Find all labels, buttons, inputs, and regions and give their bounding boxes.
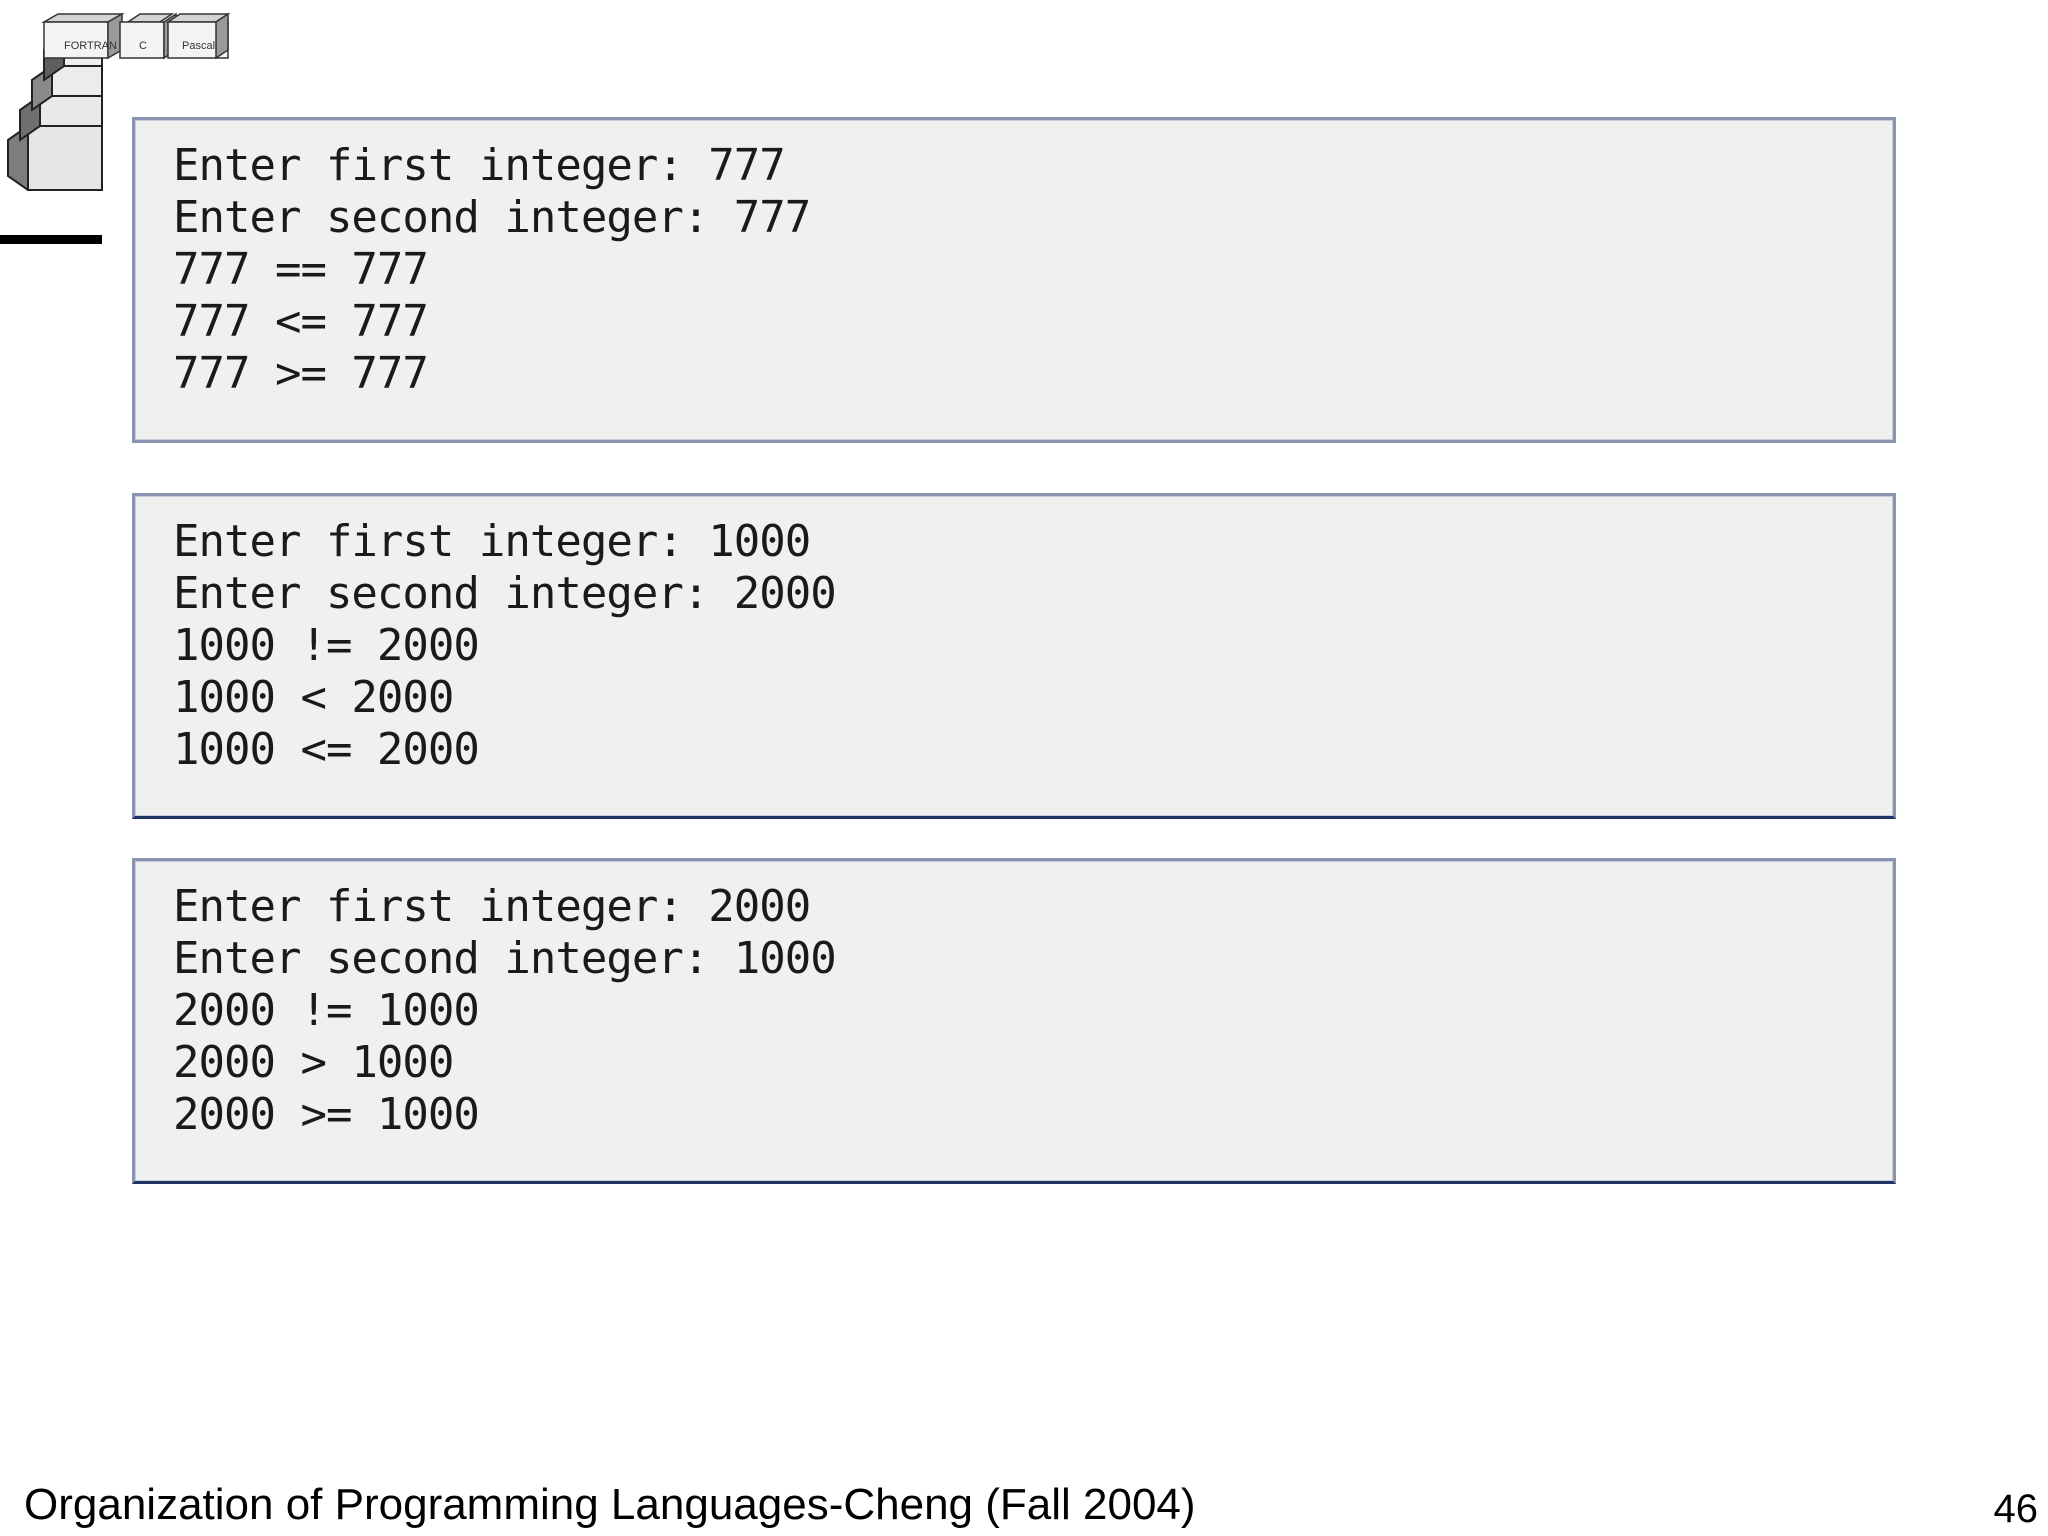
console-line: 2000 != 1000	[173, 985, 480, 1036]
console-line: Enter second integer: 777	[173, 192, 811, 243]
console-output-panel-2: Enter first integer: 1000 Enter second i…	[132, 493, 1896, 819]
console-line: 777 <= 777	[173, 296, 429, 347]
console-line: Enter second integer: 1000	[173, 933, 837, 984]
logo-tab-pascal: Pascal	[182, 40, 216, 52]
logo-tab-c: C	[139, 40, 147, 52]
footer-course-title: Organization of Programming Languages-Ch…	[24, 1480, 1196, 1529]
console-line: Enter first integer: 777	[173, 140, 786, 191]
console-line: Enter first integer: 2000	[173, 881, 811, 932]
console-line: 1000 < 2000	[173, 672, 454, 723]
console-line: 1000 != 2000	[173, 620, 480, 671]
console-line: 2000 >= 1000	[173, 1089, 480, 1140]
page-number: 46	[1993, 1487, 2039, 1531]
console-line: Enter first integer: 1000	[173, 516, 811, 567]
console-output-panel-1: Enter first integer: 777 Enter second in…	[132, 117, 1896, 443]
logo-tab-fortran: FORTRAN	[64, 40, 117, 52]
console-line: 777 >= 777	[173, 348, 429, 399]
console-output-panel-3: Enter first integer: 2000 Enter second i…	[132, 858, 1896, 1184]
console-line: 2000 > 1000	[173, 1037, 454, 1088]
console-line: 1000 <= 2000	[173, 724, 480, 775]
console-line: 777 == 777	[173, 244, 429, 295]
logo-underline	[0, 235, 102, 244]
console-line: Enter second integer: 2000	[173, 568, 837, 619]
